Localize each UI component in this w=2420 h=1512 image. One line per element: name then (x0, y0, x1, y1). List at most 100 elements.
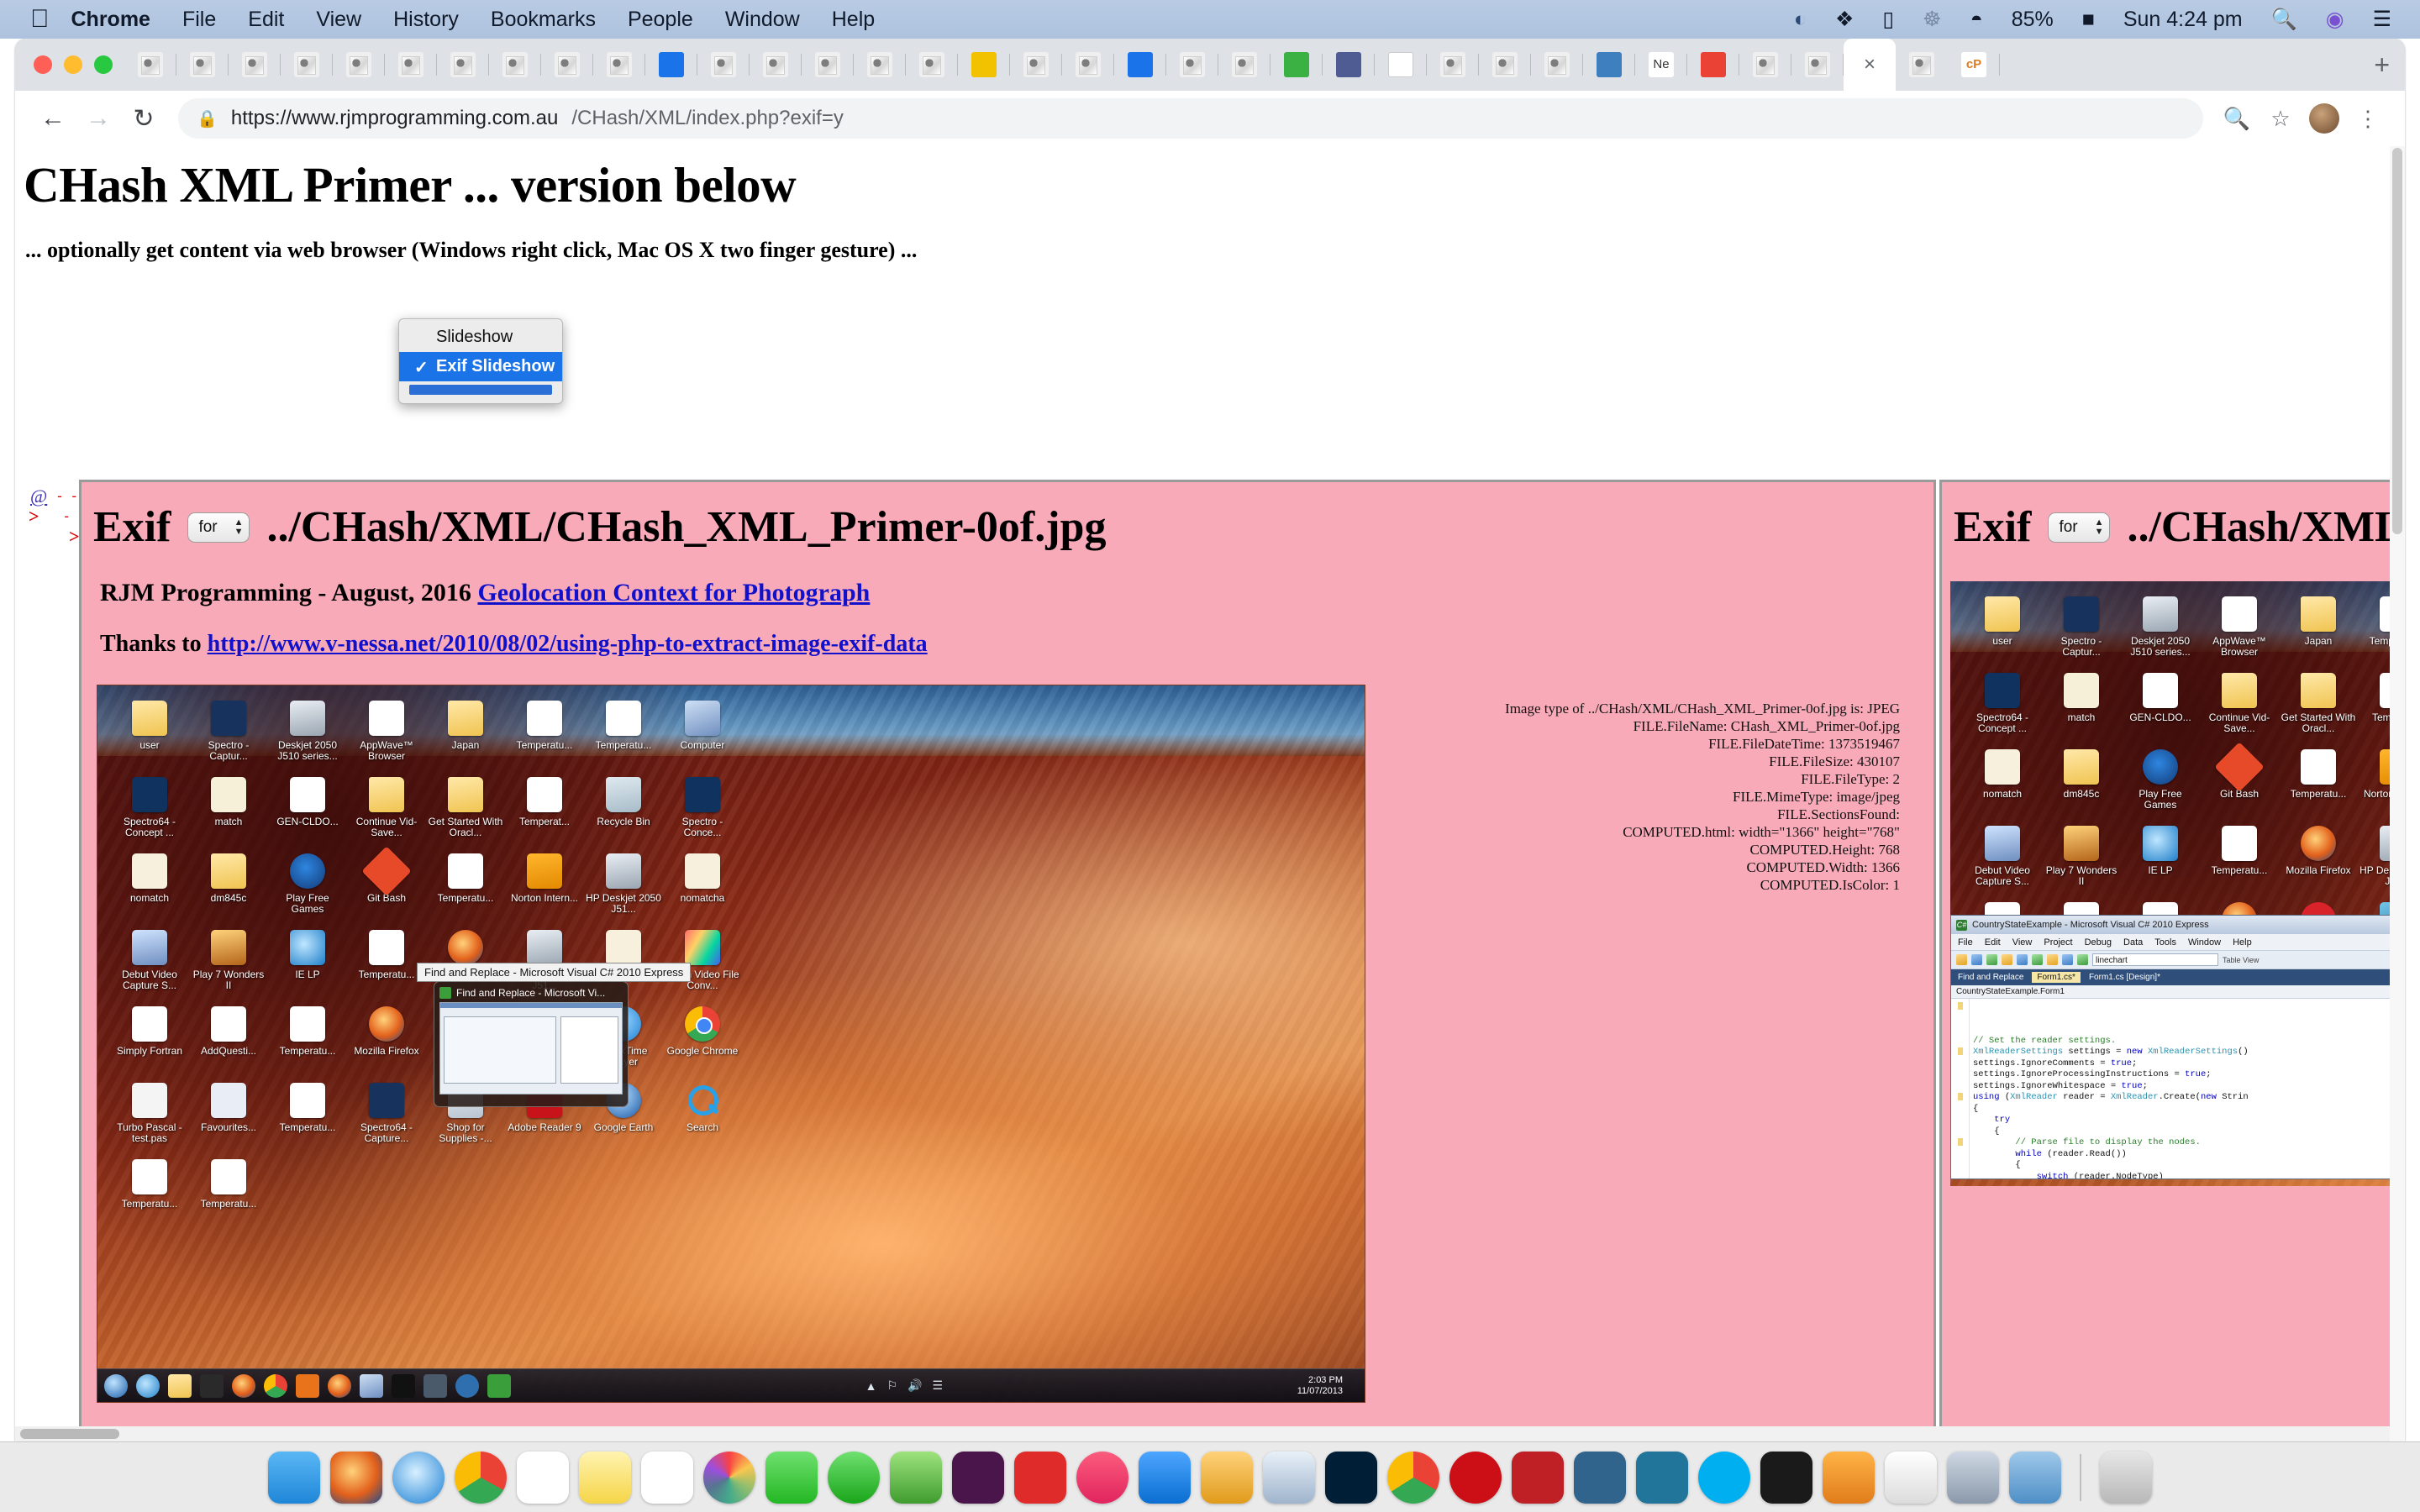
desktop-icon[interactable]: Spectro64 - Concept ... (1964, 673, 2041, 734)
desktop-icon[interactable]: Play 7 Wonders II (2043, 826, 2120, 887)
desktop-icon[interactable]: AddQuesti... (190, 1006, 267, 1068)
airplay-status-icon[interactable]: ▯ (1882, 8, 1894, 30)
vs-search-input[interactable]: linechart (2092, 953, 2218, 966)
taskbar-explorer-icon[interactable] (168, 1373, 192, 1398)
reload-arrow-icon[interactable]: ↻ (121, 96, 166, 141)
dock-item-search-app[interactable] (1201, 1451, 1253, 1504)
desktop-icon[interactable]: Computer (664, 701, 741, 762)
desktop-icon[interactable]: IE LP (2122, 826, 2199, 887)
dock-item-fontbook[interactable] (1885, 1451, 1937, 1504)
desktop-icon[interactable]: IE LP (269, 930, 346, 991)
desktop-icon[interactable]: Favourites... (190, 1083, 267, 1144)
browser-tab[interactable] (176, 39, 229, 91)
minimize-window-button[interactable] (64, 55, 82, 74)
desktop-icon[interactable]: Spectro64 - Capture... (348, 1083, 425, 1144)
desktop-icon[interactable]: GEN-CLDO... (2122, 673, 2199, 734)
desktop-icon[interactable]: Temperat... (506, 777, 583, 838)
dock-item-opera[interactable] (1449, 1451, 1502, 1504)
dock-item-photoshop[interactable] (1325, 1451, 1377, 1504)
browser-tab[interactable] (489, 39, 541, 91)
desktop-icon[interactable]: dm845c (190, 853, 267, 915)
desktop-icon[interactable]: Continue Vid-Save... (2201, 673, 2278, 734)
browser-tab[interactable]: Ne (1635, 39, 1687, 91)
vs-breadcrumb[interactable]: CountryStateExample.Form1 (1951, 985, 2405, 999)
forward-arrow-icon[interactable]: → (76, 96, 121, 141)
browser-tab[interactable] (385, 39, 437, 91)
select-option-slideshow[interactable]: Slideshow (399, 323, 562, 352)
desktop-icon[interactable]: Get Started With Oracl... (427, 777, 504, 838)
desktop-icon[interactable]: nomatch (111, 853, 188, 915)
vs-menu-item[interactable]: Window (2188, 937, 2221, 948)
vs-menu-item[interactable]: File (1958, 937, 1973, 948)
browser-tab[interactable] (1583, 39, 1635, 91)
dock-item-photos[interactable] (703, 1451, 755, 1504)
menubar-clock[interactable]: Sun 4:24 pm (2123, 8, 2243, 30)
browser-tab[interactable] (1270, 39, 1323, 91)
bluetooth-status-icon[interactable]: ☸ (1923, 8, 1941, 30)
browser-tab[interactable] (541, 39, 593, 91)
taskbar-paint-icon[interactable] (360, 1373, 383, 1398)
desktop-icon[interactable]: Japan (427, 701, 504, 762)
dock-item-preview[interactable] (1263, 1451, 1315, 1504)
vs-open-icon[interactable] (1971, 954, 1982, 965)
menu-item-history[interactable]: History (393, 8, 459, 32)
vs-copy-icon[interactable] (2032, 954, 2043, 965)
vs-tab-form1-cs[interactable]: Form1.cs* (2032, 972, 2081, 983)
desktop-icon[interactable]: Spectro - Captur... (2043, 596, 2120, 658)
vs-code-editor[interactable]: // Set the reader settings. XmlReaderSett… (1951, 999, 2405, 1179)
desktop-icon[interactable]: Get Started With Oracl... (2280, 673, 2357, 734)
desktop-icon[interactable]: Temperatu... (506, 701, 583, 762)
browser-tab[interactable] (1062, 39, 1114, 91)
dock-item-firefox[interactable] (330, 1451, 382, 1504)
desktop-icon[interactable]: Turbo Pascal - test.pas (111, 1083, 188, 1144)
desktop-icon[interactable]: Spectro - Captur... (190, 701, 267, 762)
browser-tab[interactable] (1323, 39, 1375, 91)
taskbar-app-icon[interactable] (455, 1373, 479, 1398)
visual-studio-screenshot[interactable]: C# CountryStateExample - Microsoft Visua… (1950, 915, 2405, 1179)
browser-tab[interactable] (437, 39, 489, 91)
desktop-icon[interactable]: GEN-CLDO... (269, 777, 346, 838)
browser-tab[interactable] (645, 39, 697, 91)
desktop-icon[interactable]: user (1964, 596, 2041, 658)
menu-item-bookmarks[interactable]: Bookmarks (491, 8, 596, 32)
vs-menu-item[interactable]: Help (2233, 937, 2252, 948)
desktop-icon[interactable]: Temperatu... (111, 1159, 188, 1210)
desktop-screenshot-image[interactable]: user Spectro - Captur... Deskjet 2050 J510… (97, 685, 1365, 1403)
desktop-icon[interactable]: Mozilla Firefox (348, 1006, 425, 1068)
taskbar-ie-icon[interactable] (136, 1373, 160, 1398)
vs-run-icon[interactable] (2077, 954, 2088, 965)
browser-tab[interactable] (1427, 39, 1479, 91)
desktop-icon[interactable]: Mozilla Firefox (2280, 826, 2357, 887)
windows-clock[interactable]: 2:03 PM 11/07/2013 (1297, 1375, 1365, 1397)
vs-save-all-icon[interactable] (2002, 954, 2012, 965)
vs-menu-item[interactable]: Data (2123, 937, 2143, 948)
browser-tab[interactable] (281, 39, 333, 91)
menu-item-people[interactable]: People (628, 8, 693, 32)
vs-undo-icon[interactable] (2062, 954, 2073, 965)
desktop-icon[interactable]: Play Free Games (269, 853, 346, 915)
browser-tab[interactable] (958, 39, 1010, 91)
vs-menu-item[interactable]: View (2012, 937, 2033, 948)
geolocation-link[interactable]: Geolocation Context for Photograph (477, 579, 870, 606)
browser-tab[interactable] (802, 39, 854, 91)
desktop-icon[interactable]: match (190, 777, 267, 838)
menu-item-chrome[interactable]: Chrome (71, 8, 150, 32)
dock-item-skype[interactable] (1698, 1451, 1750, 1504)
desktop-icon[interactable]: match (2043, 673, 2120, 734)
desktop-icon[interactable]: Play 7 Wonders II (190, 930, 267, 991)
for-select[interactable]: for ▲ ▼ (187, 512, 250, 543)
desktop-icon[interactable]: Git Bash (2201, 742, 2278, 811)
for-select-right[interactable]: for ▲ ▼ (2048, 512, 2111, 543)
star-icon[interactable]: ☆ (2259, 97, 2302, 140)
desktop-icon[interactable]: Japan (2280, 596, 2357, 658)
tray-network-icon[interactable]: ☰ (933, 1378, 944, 1393)
vs-paste-icon[interactable] (2047, 954, 2058, 965)
taskbar-firefox2-icon[interactable] (328, 1373, 351, 1398)
prev-arrow[interactable]: > (29, 506, 39, 528)
desktop-icon[interactable]: HP Deskjet 2050 J51... (585, 853, 662, 915)
desktop-icon[interactable]: user (111, 701, 188, 762)
dock-item-wordpress[interactable] (1636, 1451, 1688, 1504)
desktop-icon[interactable]: Spectro - Conce... (664, 777, 741, 838)
desktop-icon[interactable]: Prism Video File Conv... (664, 930, 741, 991)
dock-item-books[interactable] (1823, 1451, 1875, 1504)
